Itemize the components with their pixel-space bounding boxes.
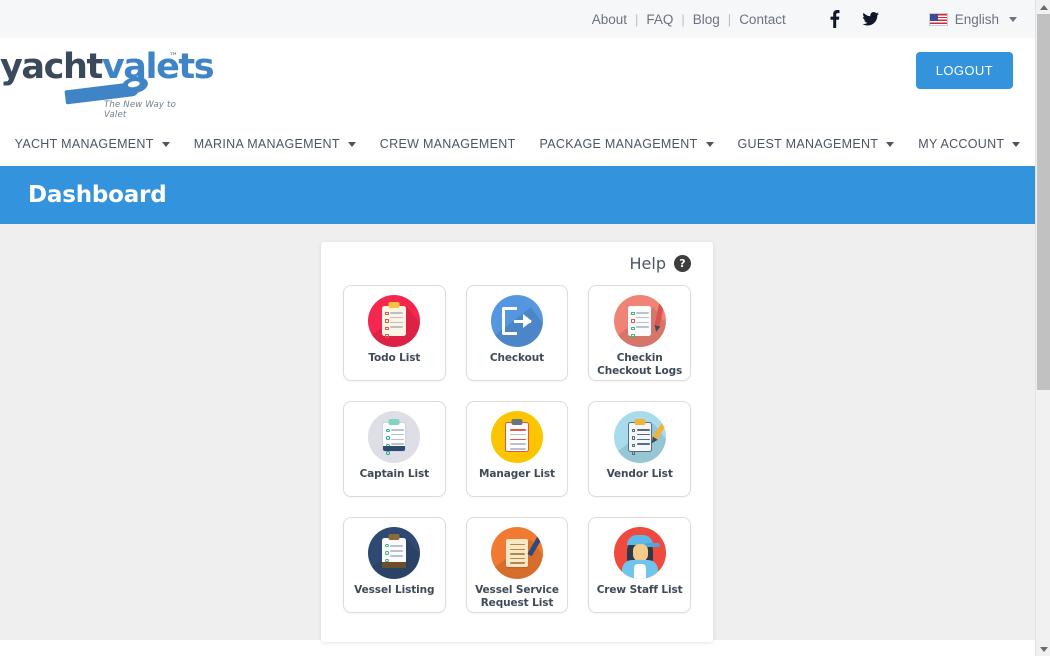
help-question-icon[interactable]: ? [674,255,691,272]
dashboard-card-label: Checkout [489,352,545,364]
scroll-up-arrow-icon[interactable] [1036,0,1050,14]
dashboard-card-label: Vendor List [606,468,673,480]
dashboard-card-label: Todo List [368,352,421,364]
chevron-down-icon [886,141,895,147]
clipboard-check-icon [368,411,421,463]
clipboard-pencil-icon [613,411,666,463]
scrollbar-thumb[interactable] [1037,14,1050,390]
facebook-icon[interactable] [829,10,840,28]
logo-text: yachtvalets [0,47,215,87]
nav-label: PACKAGE MANAGEMENT [539,137,698,151]
nav-item-marina-management[interactable]: MARINA MANAGEMENT [182,137,368,151]
dashboard-card-label: Vessel Service Request List [475,584,559,609]
nav-item-my-account[interactable]: MY ACCOUNT [906,137,1032,151]
nav-label: CREW MANAGEMENT [379,137,516,151]
clipboard-checklist-icon [368,295,421,347]
logo[interactable]: yachtvalets ™ The New Way to Valet [0,50,215,121]
document-pen-orange-icon [490,527,543,579]
logo-text-primary: yacht [0,47,103,87]
logo-tagline: The New Way to Valet [104,100,176,120]
top-link-blog[interactable]: Blog [686,12,727,27]
dashboard-card-label: Vessel Listing [354,584,435,596]
twitter-icon[interactable] [862,12,879,26]
chevron-down-icon [347,141,356,147]
logo-text-secondary: valets [101,47,215,87]
nav-item-guest-management[interactable]: GUEST MANAGEMENT [726,137,907,151]
dashboard-card-captain-list[interactable]: Captain List [343,401,446,497]
nav-label: YACHT MANAGEMENT [14,137,154,151]
exit-arrow-icon [490,295,543,347]
nav-item-crew-management[interactable]: CREW MANAGEMENT [368,137,528,151]
chevron-down-icon [1009,16,1017,22]
language-label: English [954,11,999,27]
dashboard-card-vendor-list[interactable]: Vendor List [588,401,691,497]
main-navigation: YACHT MANAGEMENT MARINA MANAGEMENT CREW … [0,122,1035,166]
chevron-down-icon [1012,141,1021,147]
logo-trademark: ™ [169,52,178,62]
nav-label: GUEST MANAGEMENT [737,137,879,151]
crew-person-icon [613,527,666,579]
help-row: Help ? [343,254,691,273]
dashboard-card-vessel-listing[interactable]: Vessel Listing [343,517,446,613]
logout-button[interactable]: LOGOUT [915,52,1013,89]
site-header: yachtvalets ™ The New Way to Valet LOGOU… [0,38,1035,122]
page-banner: Dashboard [0,166,1035,224]
dashboard-card-checkin-checkout-logs[interactable]: Checkin Checkout Logs [588,285,691,381]
page-title: Dashboard [28,182,167,208]
nav-item-package-management[interactable]: PACKAGE MANAGEMENT [528,137,726,151]
browser-viewport: About | FAQ | Blog | Contact English yac… [0,0,1050,656]
help-label: Help [629,254,666,273]
dashboard-card-checkout[interactable]: Checkout [465,285,569,381]
nav-item-yacht-management[interactable]: YACHT MANAGEMENT [3,137,182,151]
content-area: Help ? Todo List Checkout Checkin Checko… [0,224,1035,642]
nav-label: MY ACCOUNT [918,137,1005,151]
top-utility-bar: About | FAQ | Blog | Contact English [0,0,1035,38]
nav-label: MARINA MANAGEMENT [193,137,340,151]
social-links [829,10,879,28]
top-link-contact[interactable]: Contact [732,12,793,27]
dashboard-panel: Help ? Todo List Checkout Checkin Checko… [321,242,713,642]
dashboard-card-grid: Todo List Checkout Checkin Checkout Logs… [343,285,691,613]
dashboard-card-crew-staff-list[interactable]: Crew Staff List [588,517,691,613]
dashboard-card-manager-list[interactable]: Manager List [465,401,569,497]
dashboard-card-label: Manager List [479,468,555,480]
page-root: About | FAQ | Blog | Contact English yac… [0,0,1035,656]
scroll-down-arrow-icon[interactable] [1036,642,1050,656]
clipboard-lines-icon [490,411,543,463]
dashboard-card-label: Captain List [359,468,430,480]
dashboard-card-label: Checkin Checkout Logs [597,352,683,377]
language-selector[interactable]: English [928,11,1017,27]
dashboard-card-vessel-service-request-list[interactable]: Vessel Service Request List [465,517,569,613]
dashboard-card-todo-list[interactable]: Todo List [343,285,446,381]
dashboard-card-label: Crew Staff List [596,584,683,596]
vertical-scrollbar[interactable] [1035,0,1050,656]
clipboard-dark-icon [368,527,421,579]
chevron-down-icon [161,141,170,147]
top-links: About | FAQ | Blog | Contact [585,12,793,27]
document-pen-icon [613,295,666,347]
us-flag-icon [928,12,948,26]
top-link-faq[interactable]: FAQ [639,12,680,27]
chevron-down-icon [705,141,714,147]
top-link-about[interactable]: About [585,12,634,27]
